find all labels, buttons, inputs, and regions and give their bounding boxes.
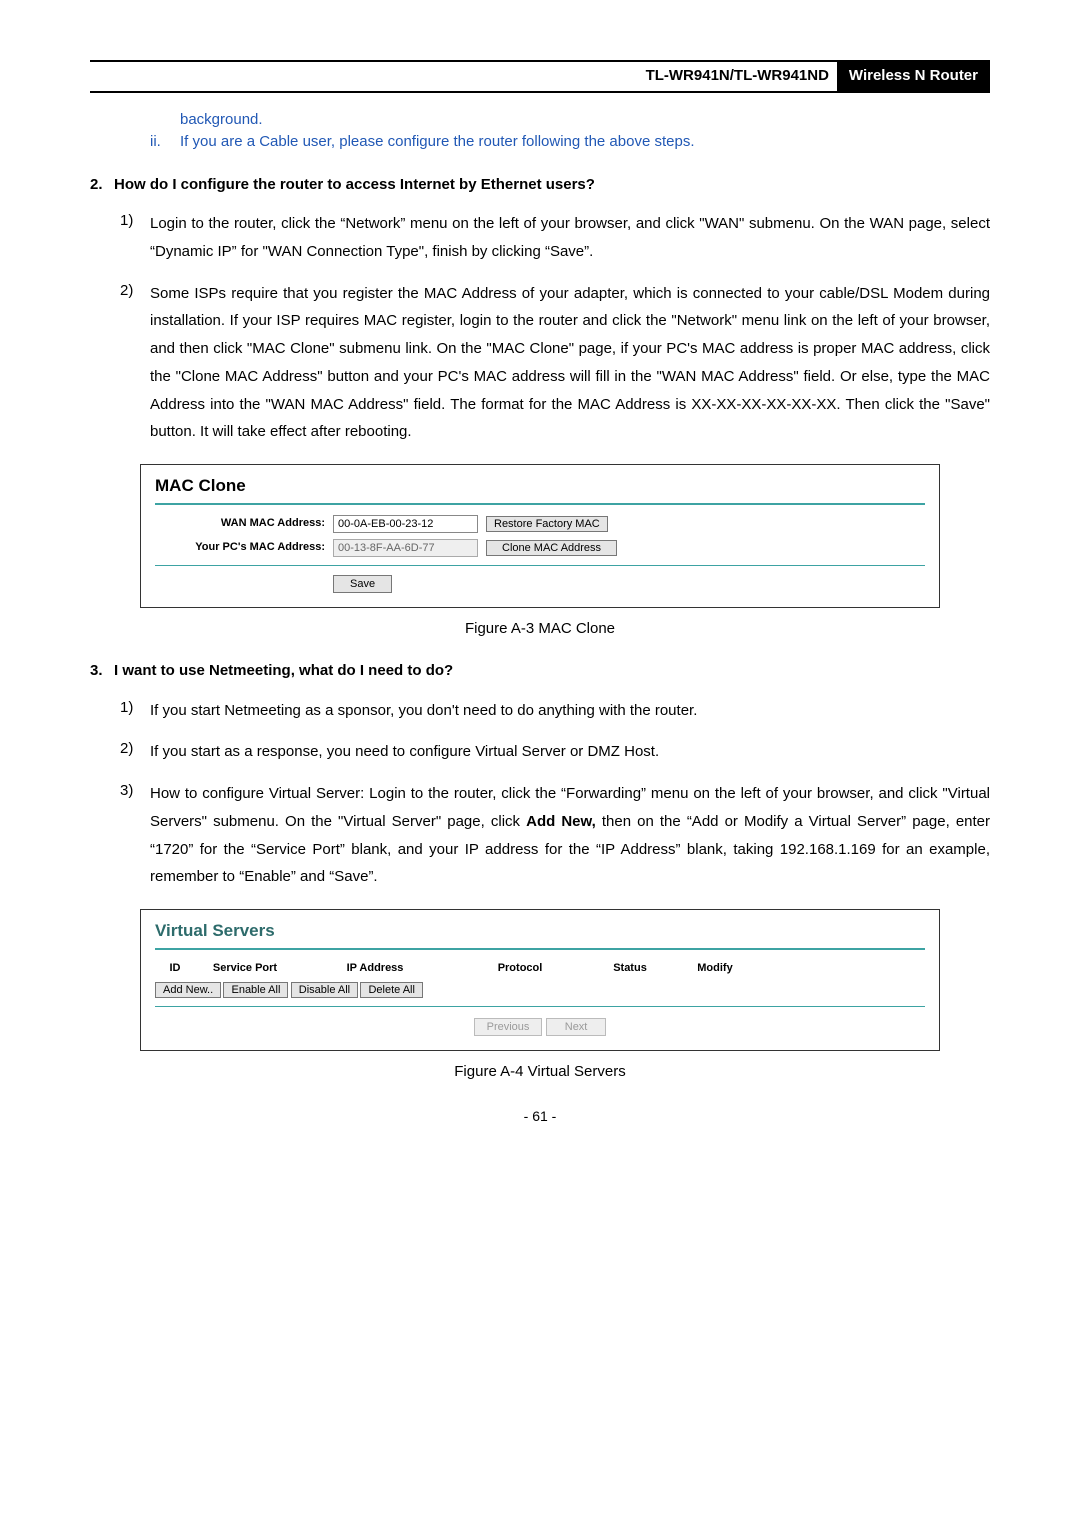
roman-ii-num: ii. bbox=[150, 131, 180, 154]
question-2: 2. How do I configure the router to acce… bbox=[90, 174, 990, 197]
q3-step3-addnew: Add New, bbox=[526, 813, 596, 830]
q3-number: 3. bbox=[90, 660, 114, 683]
q2-title: How do I configure the router to access … bbox=[114, 174, 595, 197]
q3-step1-num: 1) bbox=[120, 697, 150, 725]
q2-step-2: 2) Some ISPs require that you register t… bbox=[120, 280, 990, 447]
q2-step2-num: 2) bbox=[120, 280, 150, 447]
figure-a3-mac-clone: MAC Clone WAN MAC Address: Restore Facto… bbox=[140, 464, 940, 608]
q3-step-2: 2) If you start as a response, you need … bbox=[120, 738, 990, 766]
clone-mac-address-button[interactable]: Clone MAC Address bbox=[486, 540, 617, 556]
page-number: - 61 - bbox=[90, 1106, 990, 1127]
col-service: Service Port bbox=[195, 960, 295, 977]
wan-mac-input[interactable] bbox=[333, 515, 478, 533]
mac-clone-title: MAC Clone bbox=[155, 473, 925, 499]
q3-step3-text: How to configure Virtual Server: Login t… bbox=[150, 780, 990, 891]
q3-step2-text: If you start as a response, you need to … bbox=[150, 738, 990, 766]
header-model: TL-WR941N/TL-WR941ND bbox=[90, 63, 837, 90]
divider bbox=[155, 565, 925, 566]
q2-step1-num: 1) bbox=[120, 210, 150, 266]
divider bbox=[155, 503, 925, 505]
virtual-servers-title: Virtual Servers bbox=[155, 918, 925, 944]
header-product-label: Wireless N Router bbox=[837, 62, 990, 91]
restore-factory-mac-button[interactable]: Restore Factory MAC bbox=[486, 516, 608, 532]
add-new-button[interactable]: Add New.. bbox=[155, 982, 221, 998]
disable-all-button[interactable]: Disable All bbox=[291, 982, 358, 998]
q3-step-1: 1) If you start Netmeeting as a sponsor,… bbox=[120, 697, 990, 725]
delete-all-button[interactable]: Delete All bbox=[360, 982, 422, 998]
next-button: Next bbox=[546, 1018, 607, 1036]
q3-step3-num: 3) bbox=[120, 780, 150, 891]
page-header: TL-WR941N/TL-WR941ND Wireless N Router bbox=[90, 60, 990, 93]
background-text: background. bbox=[180, 109, 990, 132]
question-3: 3. I want to use Netmeeting, what do I n… bbox=[90, 660, 990, 683]
virtual-servers-buttons: Add New.. Enable All Disable All Delete … bbox=[155, 980, 925, 998]
divider bbox=[155, 1006, 925, 1007]
enable-all-button[interactable]: Enable All bbox=[223, 982, 288, 998]
figure-a4-virtual-servers: Virtual Servers ID Service Port IP Addre… bbox=[140, 909, 940, 1051]
virtual-servers-header-row: ID Service Port IP Address Protocol Stat… bbox=[155, 960, 925, 977]
figure-a3-caption: Figure A-3 MAC Clone bbox=[90, 618, 990, 641]
col-status: Status bbox=[585, 960, 675, 977]
pc-mac-label: Your PC's MAC Address: bbox=[155, 539, 333, 556]
pc-mac-input bbox=[333, 539, 478, 557]
q3-title: I want to use Netmeeting, what do I need… bbox=[114, 660, 453, 683]
figure-a4-caption: Figure A-4 Virtual Servers bbox=[90, 1061, 990, 1084]
col-proto: Protocol bbox=[455, 960, 585, 977]
q3-step-3: 3) How to configure Virtual Server: Logi… bbox=[120, 780, 990, 891]
col-id: ID bbox=[155, 960, 195, 977]
divider bbox=[155, 948, 925, 950]
wan-mac-label: WAN MAC Address: bbox=[155, 515, 333, 532]
col-ip: IP Address bbox=[295, 960, 455, 977]
prev-list-continuation: background. ii. If you are a Cable user,… bbox=[150, 109, 990, 154]
q2-step-1: 1) Login to the router, click the “Netwo… bbox=[120, 210, 990, 266]
col-modify: Modify bbox=[675, 960, 755, 977]
q3-step1-text: If you start Netmeeting as a sponsor, yo… bbox=[150, 697, 990, 725]
q2-step2-text: Some ISPs require that you register the … bbox=[150, 280, 990, 447]
q2-number: 2. bbox=[90, 174, 114, 197]
previous-button: Previous bbox=[474, 1018, 543, 1036]
save-button[interactable]: Save bbox=[333, 575, 392, 593]
q3-step2-num: 2) bbox=[120, 738, 150, 766]
q2-step1-text: Login to the router, click the “Network”… bbox=[150, 210, 990, 266]
roman-ii-text: If you are a Cable user, please configur… bbox=[180, 131, 694, 154]
